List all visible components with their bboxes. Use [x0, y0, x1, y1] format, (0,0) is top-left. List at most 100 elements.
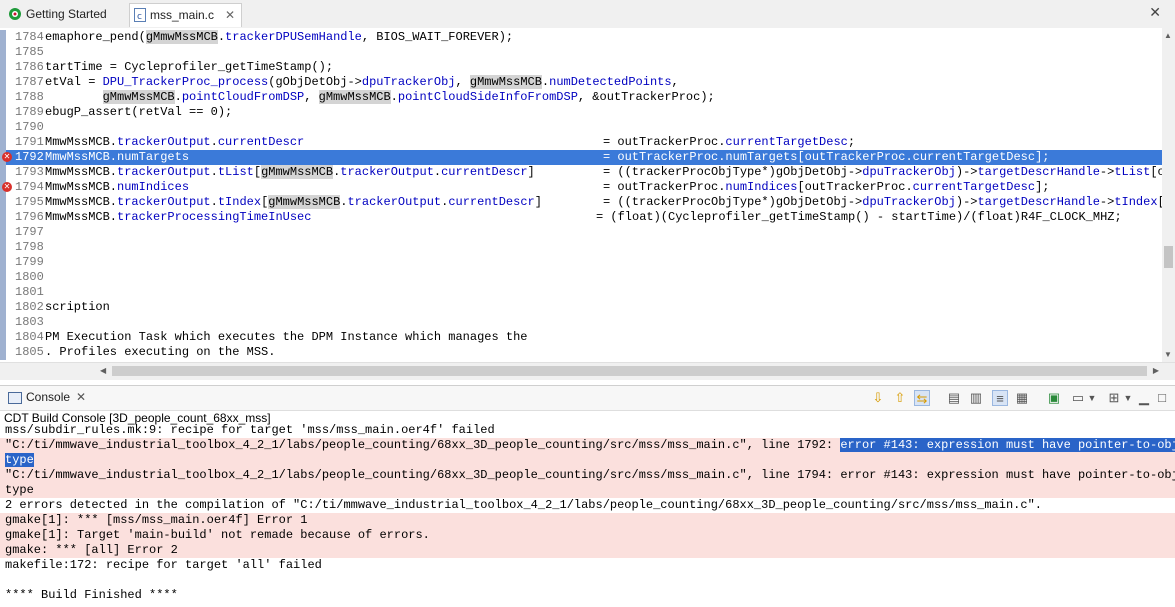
line-gutter	[0, 75, 6, 90]
console-icon	[8, 391, 22, 404]
code-text: gMmwMssMCB.pointCloudFromDSP, gMmwMssMCB…	[102, 90, 715, 104]
console-text: 2 errors detected in the compilation of …	[5, 498, 1042, 512]
tab-mss-main[interactable]: c mss_main.c ✕	[129, 3, 242, 27]
code-line[interactable]: 1785	[0, 45, 1162, 60]
line-number: 1789	[15, 105, 44, 119]
open-console-icon[interactable]: ▣	[1046, 390, 1062, 406]
code-text: emaphore_pend(gMmwMssMCB.trackerDPUSemHa…	[45, 30, 514, 44]
console-line: makefile:172: recipe for target 'all' fa…	[0, 558, 1175, 573]
selected-error-text[interactable]: error #143: expression must have pointer…	[840, 438, 1175, 452]
scroll-thumb[interactable]	[112, 366, 1147, 376]
line-number: 1800	[15, 270, 44, 284]
code-text: MmwMssMCB.numTargets	[45, 150, 190, 164]
line-gutter	[0, 345, 6, 360]
line-number: 1803	[15, 315, 44, 329]
line-gutter	[0, 105, 6, 120]
code-line[interactable]: 1805. Profiles executing on the MSS.	[0, 345, 1162, 360]
scroll-thumb[interactable]	[1164, 246, 1173, 268]
console-line: mss/subdir_rules.mk:9: recipe for target…	[0, 423, 1175, 438]
link-errors-icon[interactable]: ⇆	[914, 390, 930, 406]
code-text: PM Execution Task which executes the DPM…	[45, 330, 528, 344]
console-text: makefile:172: recipe for target 'all' fa…	[5, 558, 322, 572]
line-number: 1799	[15, 255, 44, 269]
line-number: 1797	[15, 225, 44, 239]
code-line[interactable]: 1789 ebugP_assert(retVal == 0);	[0, 105, 1162, 120]
code-line[interactable]: 1788 gMmwMssMCB.pointCloudFromDSP, gMmwM…	[0, 90, 1162, 105]
line-gutter	[0, 210, 6, 225]
line-number: 1785	[15, 45, 44, 59]
chevron-down-icon[interactable]: ▼	[1084, 390, 1100, 406]
code-line[interactable]: 1793 MmwMssMCB.trackerOutput.tList[gMmwMs…	[0, 165, 1162, 180]
c-file-icon: c	[134, 7, 146, 22]
line-number: 1796	[15, 210, 44, 224]
code-line[interactable]: 1800	[0, 270, 1162, 285]
code-text: tartTime = Cycleprofiler_getTimeStamp();	[45, 60, 334, 74]
maximize-icon[interactable]: □	[1154, 390, 1170, 406]
horizontal-scrollbar[interactable]: ◀ ▶	[0, 362, 1175, 380]
pin-console-icon[interactable]: ▤	[946, 390, 962, 406]
scroll-up-icon[interactable]: ▲	[1164, 31, 1172, 40]
tab-label: Getting Started	[26, 7, 107, 21]
line-gutter	[0, 255, 6, 270]
previous-error-icon[interactable]: ⇧	[892, 390, 908, 406]
scroll-down-icon[interactable]: ▼	[1164, 350, 1172, 359]
scroll-lock-icon[interactable]: ▥	[968, 390, 984, 406]
chevron-down-icon[interactable]: ▼	[1120, 390, 1136, 406]
line-gutter	[0, 195, 6, 210]
console-tab[interactable]: Console ✕	[8, 390, 86, 404]
close-icon[interactable]: ✕	[76, 390, 86, 404]
close-icon[interactable]: ✕	[225, 4, 235, 26]
close-icon[interactable]: ✕	[1149, 4, 1161, 21]
line-number: 1794	[15, 180, 44, 194]
code-line[interactable]: 1801	[0, 285, 1162, 300]
code-line[interactable]: ✕ 1794 MmwMssMCB.numIndices = outTrackerPro…	[0, 180, 1162, 195]
code-line[interactable]: 1790	[0, 120, 1162, 135]
vertical-scrollbar[interactable]: ▲ ▼	[1162, 28, 1175, 362]
console-line: **** Build Finished ****	[0, 588, 1175, 603]
code-line[interactable]: 1795 MmwMssMCB.trackerOutput.tIndex[gMmwM…	[0, 195, 1162, 210]
line-gutter	[0, 90, 6, 105]
code-line[interactable]: 1796 MmwMssMCB.trackerProcessingTimeInUse…	[0, 210, 1162, 225]
code-line[interactable]: 1802 scription	[0, 300, 1162, 315]
code-line[interactable]: 1791 MmwMssMCB.trackerOutput.currentDescr…	[0, 135, 1162, 150]
code-text: = outTrackerProc.numTargets[outTrackerPr…	[603, 150, 1050, 164]
console-line: gmake[1]: *** [mss/mss_main.oer4f] Error…	[0, 513, 1175, 528]
error-marker-icon[interactable]: ✕	[2, 182, 12, 192]
code-line[interactable]: 1784 emaphore_pend(gMmwMssMCB.trackerDPUS…	[0, 30, 1162, 45]
code-line[interactable]: 1798	[0, 240, 1162, 255]
code-line[interactable]: 1799	[0, 255, 1162, 270]
code-line[interactable]: 1787 etVal = DPU_TrackerProc_process(gObj…	[0, 75, 1162, 90]
code-line[interactable]: ✕ 1792 MmwMssMCB.numTargets = outTrackerPro…	[0, 150, 1162, 165]
console-text: "C:/ti/mmwave_industrial_toolbox_4_2_1/l…	[5, 468, 1175, 482]
scroll-right-icon[interactable]: ▶	[1153, 366, 1159, 375]
line-gutter	[0, 165, 6, 180]
error-marker-icon[interactable]: ✕	[2, 152, 12, 162]
next-error-icon[interactable]: ⇩	[870, 390, 886, 406]
line-gutter	[0, 135, 6, 150]
console-text: gmake: *** [all] Error 2	[5, 543, 178, 557]
line-gutter	[0, 330, 6, 345]
line-gutter	[0, 240, 6, 255]
tab-label: mss_main.c	[150, 8, 215, 22]
selected-error-text[interactable]: type	[5, 453, 34, 467]
code-editor[interactable]: 1784 emaphore_pend(gMmwMssMCB.trackerDPUS…	[0, 28, 1162, 362]
console-line: type	[0, 453, 1175, 468]
word-wrap-icon[interactable]: ≡	[992, 390, 1008, 406]
console-line: gmake: *** [all] Error 2	[0, 543, 1175, 558]
line-gutter	[0, 30, 6, 45]
line-number: 1788	[15, 90, 44, 104]
line-gutter	[0, 270, 6, 285]
code-line[interactable]: 1804 PM Execution Task which executes the…	[0, 330, 1162, 345]
scroll-left-icon[interactable]: ◀	[100, 366, 106, 375]
tab-getting-started[interactable]: Getting Started	[4, 3, 129, 27]
code-text: MmwMssMCB.trackerOutput.tIndex[gMmwMssMC…	[45, 195, 542, 209]
code-line[interactable]: 1797	[0, 225, 1162, 240]
line-number: 1792	[15, 150, 44, 164]
code-line[interactable]: 1803	[0, 315, 1162, 330]
minimize-icon[interactable]: ▁	[1136, 390, 1152, 406]
code-text: MmwMssMCB.numIndices	[45, 180, 190, 194]
clear-console-icon[interactable]: ▦	[1014, 390, 1030, 406]
code-text: scription	[45, 300, 110, 314]
code-line[interactable]: 1786 tartTime = Cycleprofiler_getTimeStam…	[0, 60, 1162, 75]
